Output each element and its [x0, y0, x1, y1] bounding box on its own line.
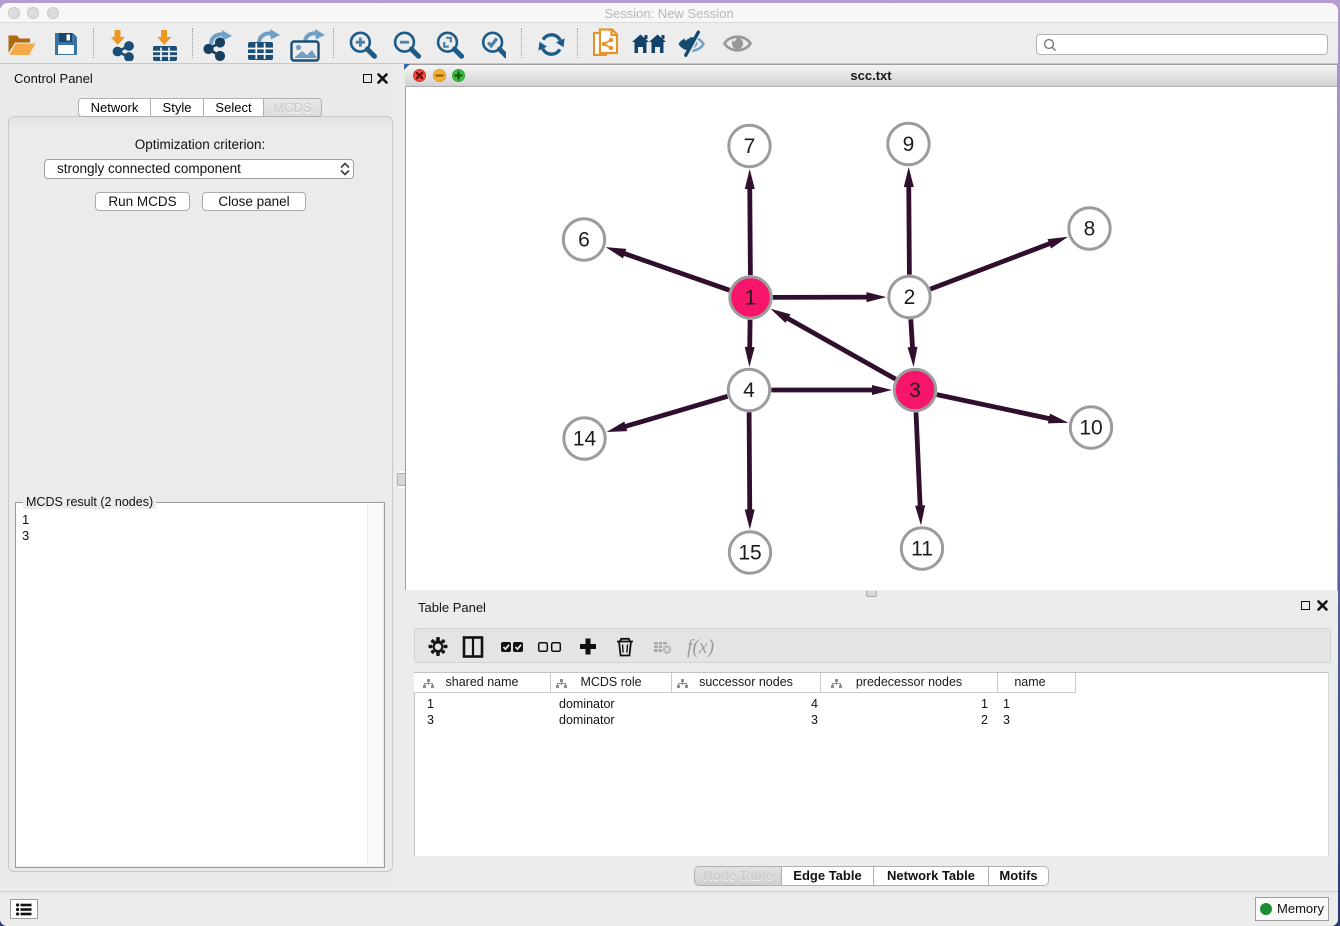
svg-text:2: 2 [904, 286, 916, 309]
svg-text:15: 15 [738, 542, 761, 565]
svg-text:8: 8 [1084, 218, 1096, 241]
svg-text:10: 10 [1079, 417, 1102, 440]
svg-text:1: 1 [745, 287, 757, 310]
svg-text:11: 11 [911, 538, 933, 561]
svg-text:4: 4 [743, 379, 755, 402]
svg-text:14: 14 [573, 428, 597, 451]
svg-text:9: 9 [903, 133, 915, 156]
svg-text:7: 7 [744, 135, 756, 158]
svg-text:3: 3 [909, 379, 921, 402]
svg-text:f(x): f(x) [687, 637, 714, 658]
svg-text:6: 6 [578, 229, 590, 252]
